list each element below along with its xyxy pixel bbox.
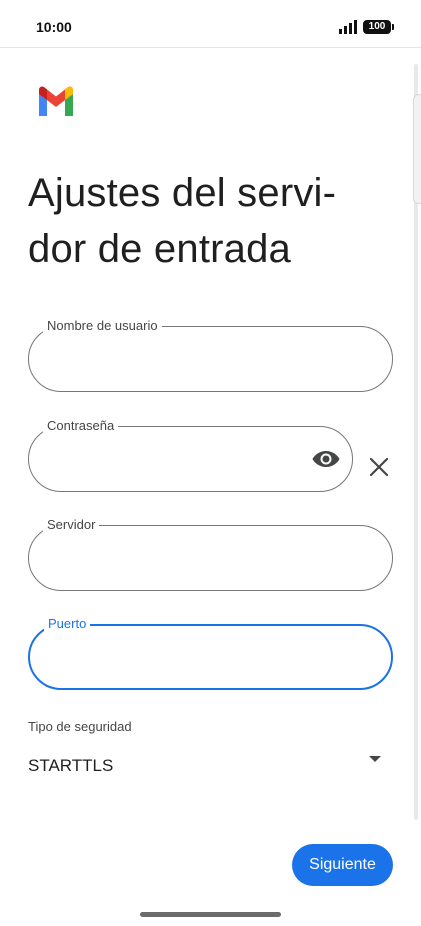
security-type-label: Tipo de seguridad [28,719,132,734]
status-time: 10:00 [36,19,72,35]
username-field[interactable]: Nombre de usuario [28,317,393,392]
server-label: Servidor [43,516,100,534]
gmail-logo-icon [39,86,73,116]
username-input[interactable] [47,345,347,375]
password-label: Contraseña [43,417,119,435]
battery-icon: 100 [363,20,394,34]
server-field[interactable]: Servidor [28,516,393,591]
security-type-value: STARTTLS [28,756,114,775]
password-input[interactable] [47,445,297,475]
edge-panel-handle[interactable] [413,94,421,204]
username-label: Nombre de usuario [43,317,162,335]
port-input[interactable] [48,644,348,674]
page-title: Ajustes del servi-dor de entrada [28,171,337,271]
port-field[interactable]: Puerto [28,615,393,690]
port-label: Puerto [44,615,91,633]
status-bar: 10:00 100 [0,0,421,48]
home-indicator[interactable] [140,912,281,917]
server-input[interactable] [47,544,347,574]
next-button[interactable]: Siguiente [292,844,393,886]
password-field[interactable]: Contraseña [28,417,353,492]
eye-icon[interactable] [312,447,340,471]
dropdown-arrow-icon[interactable] [368,754,382,764]
close-icon[interactable] [368,456,390,478]
signal-icon [339,20,357,34]
